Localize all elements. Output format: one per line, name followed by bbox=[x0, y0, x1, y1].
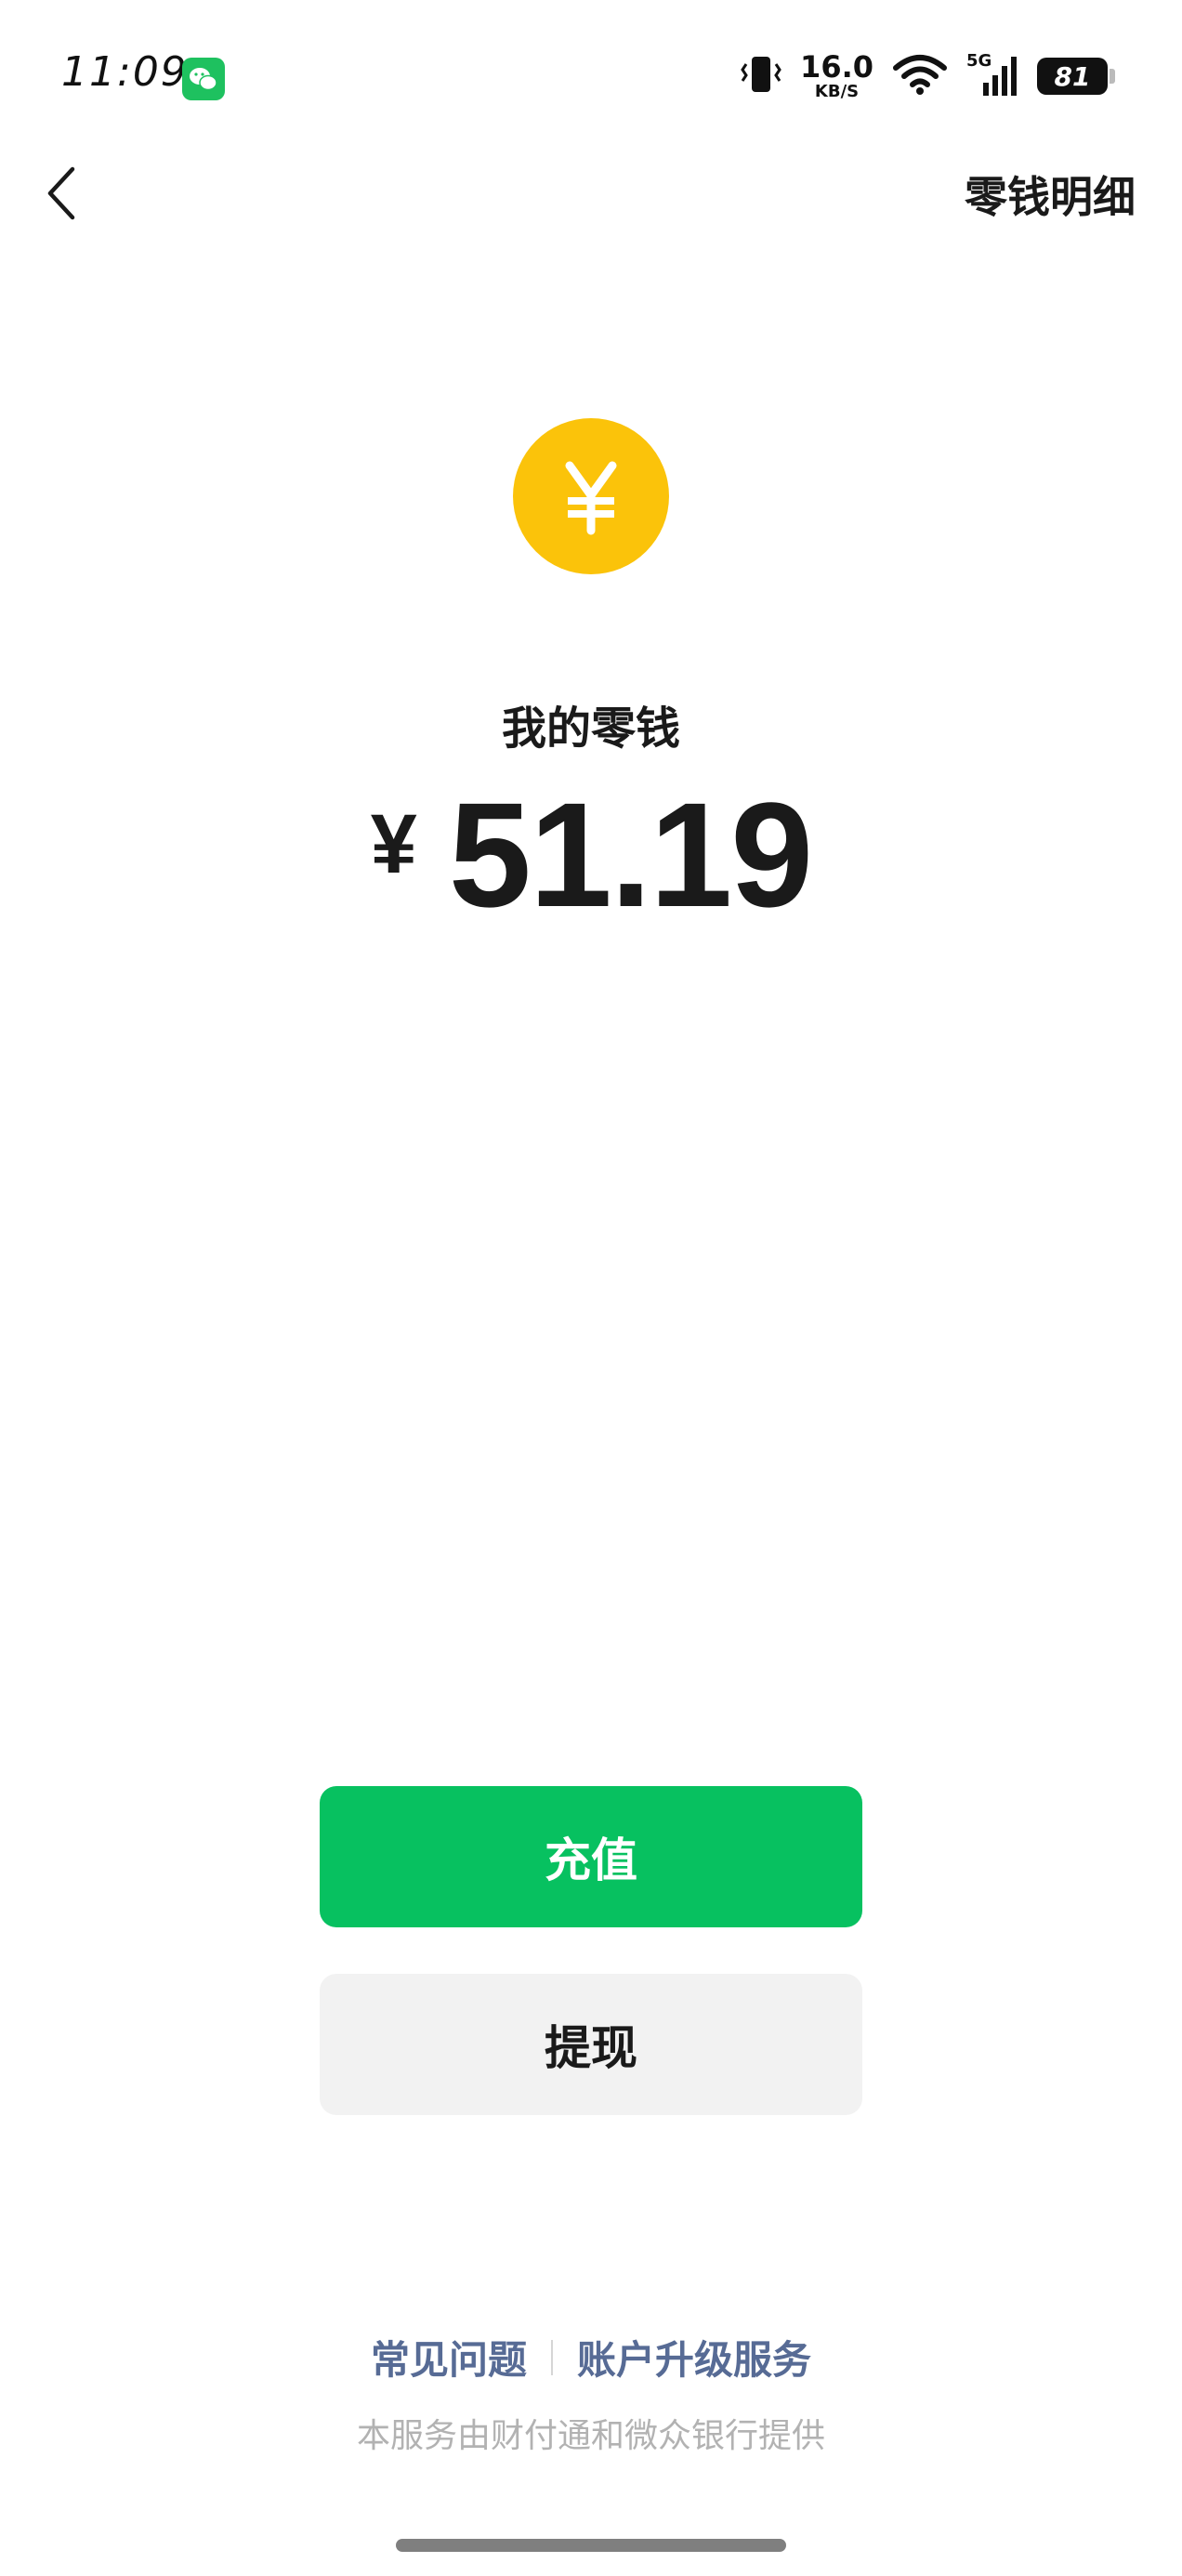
wallet-change-page: 11:09 16.0 KB/S 5G 81 零钱明细 我的零钱 ¥ 51.19 … bbox=[0, 0, 1182, 2576]
signal-icon: 5G bbox=[966, 51, 1018, 98]
wechat-icon bbox=[182, 58, 225, 100]
balance-amount: ¥ 51.19 bbox=[0, 781, 1182, 929]
topup-button[interactable]: 充值 bbox=[320, 1786, 862, 1927]
battery-icon: 81 bbox=[1037, 58, 1115, 95]
currency-symbol: ¥ bbox=[370, 798, 417, 891]
status-indicators: 16.0 KB/S 5G 81 bbox=[741, 48, 1115, 104]
account-upgrade-link[interactable]: 账户升级服务 bbox=[577, 2329, 811, 2385]
balance-label: 我的零钱 bbox=[501, 703, 680, 755]
withdraw-button[interactable]: 提现 bbox=[320, 1974, 862, 2115]
yuan-coin-icon bbox=[513, 418, 669, 574]
footer-divider bbox=[551, 2339, 553, 2375]
net-speed-unit: KB/S bbox=[814, 82, 860, 101]
footer-links: 常见问题 账户升级服务 bbox=[0, 2329, 1182, 2385]
transaction-details-link[interactable]: 零钱明细 bbox=[965, 164, 1136, 225]
vibrate-icon bbox=[741, 53, 781, 99]
back-button[interactable] bbox=[33, 156, 89, 230]
net-speed-value: 16.0 bbox=[800, 49, 873, 85]
wifi-icon bbox=[892, 53, 948, 99]
faq-link[interactable]: 常见问题 bbox=[371, 2329, 527, 2385]
balance-value: 51.19 bbox=[448, 771, 813, 938]
service-provider-text: 本服务由财付通和微众银行提供 bbox=[356, 2417, 825, 2455]
home-indicator[interactable] bbox=[396, 2539, 786, 2552]
status-time: 11:09 bbox=[61, 48, 189, 96]
battery-level: 81 bbox=[1054, 60, 1091, 92]
chevron-left-icon bbox=[47, 166, 75, 220]
net-speed: 16.0 KB/S bbox=[800, 52, 873, 100]
